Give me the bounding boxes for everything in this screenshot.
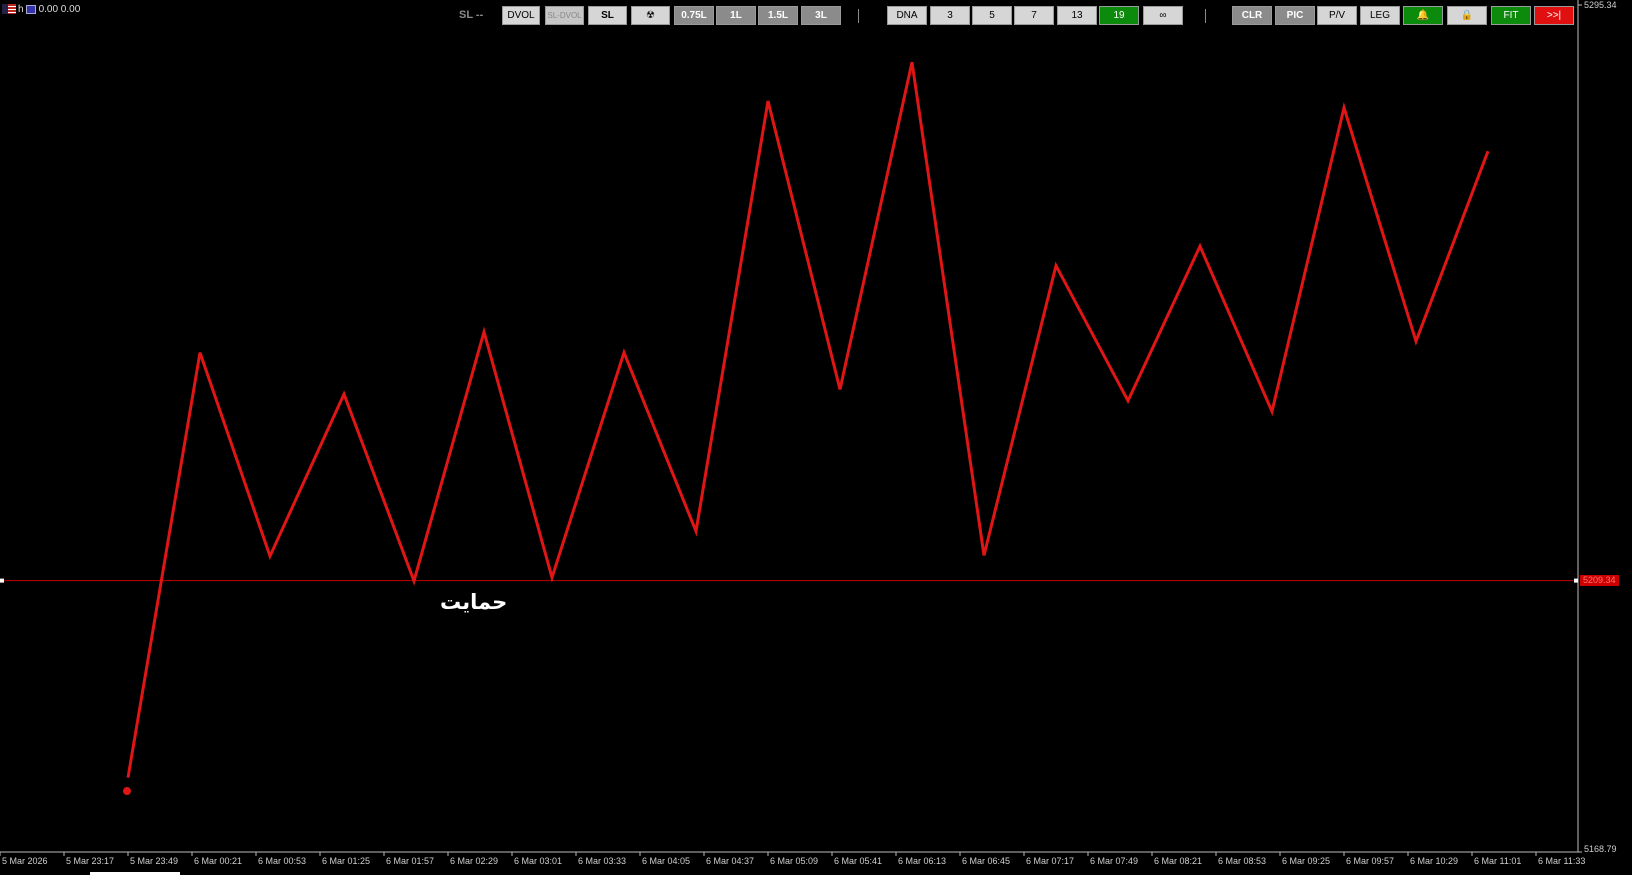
x-axis-ticks: 5 Mar 2026 5 Mar 23:17 5 Mar 23:49 6 Mar 00…	[0, 852, 1585, 866]
x-tick-label: 5 Mar 23:17	[66, 856, 114, 866]
x-tick-label: 6 Mar 09:57	[1346, 856, 1394, 866]
x-tick-label: 6 Mar 05:41	[834, 856, 882, 866]
x-tick-label: 6 Mar 10:29	[1410, 856, 1458, 866]
x-tick-label: 6 Mar 06:13	[898, 856, 946, 866]
x-tick-label: 6 Mar 06:45	[962, 856, 1010, 866]
support-level-group	[0, 578, 1578, 583]
chart-axes	[0, 0, 1582, 853]
x-tick-label: 6 Mar 00:21	[194, 856, 242, 866]
series-group	[123, 61, 1490, 796]
x-tick-label: 6 Mar 00:53	[258, 856, 306, 866]
price-chart[interactable]: 5 Mar 2026 5 Mar 23:17 5 Mar 23:49 6 Mar 00…	[0, 0, 1632, 875]
x-tick-label: 6 Mar 01:25	[322, 856, 370, 866]
x-tick-label: 6 Mar 03:01	[514, 856, 562, 866]
support-annotation: حمایت	[440, 589, 508, 614]
x-tick-label: 6 Mar 04:05	[642, 856, 690, 866]
price-series-line	[126, 61, 1490, 778]
x-tick-label: 6 Mar 09:25	[1282, 856, 1330, 866]
x-tick-label: 6 Mar 08:53	[1218, 856, 1266, 866]
support-line-handle-left[interactable]	[0, 578, 4, 583]
support-line-handle-right[interactable]	[1574, 578, 1578, 583]
x-tick-label: 5 Mar 2026	[2, 856, 48, 866]
x-tick-label: 6 Mar 01:57	[386, 856, 434, 866]
x-tick-label: 6 Mar 04:37	[706, 856, 754, 866]
x-tick-label: 6 Mar 02:29	[450, 856, 498, 866]
support-price-tag: 5209.34	[1580, 574, 1619, 586]
x-tick-label: 6 Mar 05:09	[770, 856, 818, 866]
x-tick-label: 6 Mar 07:49	[1090, 856, 1138, 866]
x-tick-label: 6 Mar 03:33	[578, 856, 626, 866]
x-tick-label: 6 Mar 07:17	[1026, 856, 1074, 866]
x-tick-label: 5 Mar 23:49	[130, 856, 178, 866]
x-tick-label: 6 Mar 11:33	[1538, 856, 1585, 866]
y-axis-min-label: 5168.79	[1584, 844, 1617, 854]
x-tick-label: 6 Mar 11:01	[1474, 856, 1521, 866]
start-marker-dot	[123, 787, 131, 796]
x-tick-label: 6 Mar 08:21	[1154, 856, 1202, 866]
y-axis-max-label: 5295.34	[1584, 0, 1617, 10]
